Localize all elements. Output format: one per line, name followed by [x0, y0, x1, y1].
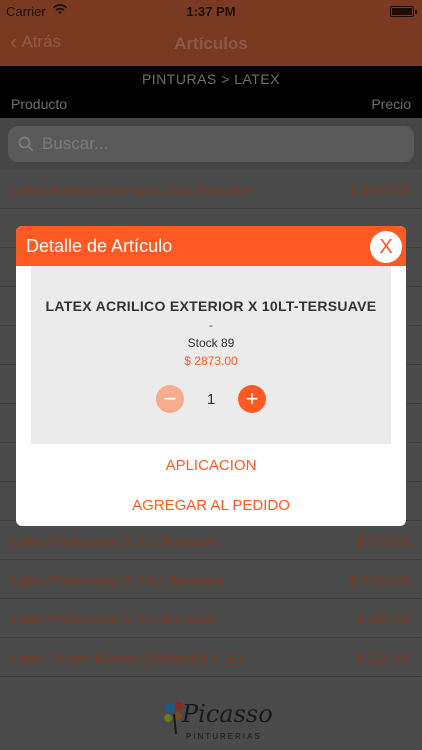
search-icon — [18, 136, 34, 152]
search-input[interactable]: Buscar... — [8, 126, 414, 162]
status-bar: Carrier 1:37 PM — [0, 0, 422, 22]
logo-word: Picasso — [182, 700, 273, 728]
clock: 1:37 PM — [186, 4, 236, 19]
close-button[interactable]: X — [370, 231, 402, 263]
footer: Picasso PINTURERIAS — [0, 690, 422, 750]
column-header: Producto Precio — [0, 92, 422, 118]
quantity-value: 1 — [206, 391, 216, 408]
search-placeholder: Buscar... — [42, 134, 109, 153]
product-card: LATEX ACRILICO EXTERIOR X 10LT-TERSUAVE … — [31, 266, 391, 444]
decrease-quantity-button[interactable]: − — [156, 385, 184, 413]
logo-subtitle: PINTURERIAS — [186, 732, 262, 741]
stock-label: Stock 89 — [187, 336, 235, 350]
add-to-order-button[interactable]: AGREGAR AL PEDIDO — [16, 497, 406, 514]
product-separator: - — [209, 318, 213, 332]
list-item[interactable]: Latex Tersen Blanco (Satinado) X 1Lt $ 52… — [0, 638, 422, 677]
navbar: ‹ Atrás Artículos — [0, 22, 422, 66]
dialog-title: Detalle de Artículo — [26, 236, 173, 256]
picasso-logo: Picasso PINTURERIAS — [160, 694, 273, 744]
item-price: $ 3412.00 — [348, 572, 411, 588]
item-price: $ 2873.00 — [348, 182, 411, 198]
article-detail-dialog: Detalle de Artículo X LATEX ACRILICO EXT… — [16, 226, 406, 526]
breadcrumb: PINTURAS > LATEX — [0, 66, 422, 92]
search-bar: Buscar... — [0, 118, 422, 170]
list-item[interactable]: Latex Profesional X 1Lt-Tersuave $ 279.00 — [0, 521, 422, 560]
list-item[interactable]: Latex Profesional X 20Lt-Tersuave $ 3412.… — [0, 560, 422, 599]
item-name: Latex Profesional X 4Lt-Tersuave — [11, 611, 218, 627]
column-price: Precio — [371, 96, 411, 112]
column-product: Producto — [11, 96, 68, 112]
item-price: $ 882.00 — [356, 611, 412, 627]
dialog-header: Detalle de Artículo X — [16, 226, 406, 266]
item-price: $ 524.00 — [356, 650, 412, 666]
item-name: Latex Profesional X 1Lt-Tersuave — [11, 533, 218, 549]
increase-quantity-button[interactable]: + — [238, 385, 266, 413]
list-item[interactable]: Latex Profesional X 4Lt-Tersuave $ 882.00 — [0, 599, 422, 638]
item-name: Latex Profesional X 20Lt-Tersuave — [11, 572, 226, 588]
aplicacion-button[interactable]: APLICACION — [16, 457, 406, 474]
battery-icon — [390, 6, 417, 17]
product-name: LATEX ACRILICO EXTERIOR X 10LT-TERSUAVE — [45, 298, 377, 314]
item-price: $ 279.00 — [356, 533, 412, 549]
list-item[interactable]: Latex Acrilico Exterior X 10Lt-Tersuave $… — [0, 170, 422, 209]
item-name: Latex Tersen Blanco (Satinado) X 1Lt — [11, 650, 243, 666]
product-price: $ 2873.00 — [184, 354, 238, 368]
page-title: Artículos — [174, 34, 248, 53]
item-name: Latex Acrilico Exterior X 10Lt-Tersuave — [11, 182, 252, 198]
